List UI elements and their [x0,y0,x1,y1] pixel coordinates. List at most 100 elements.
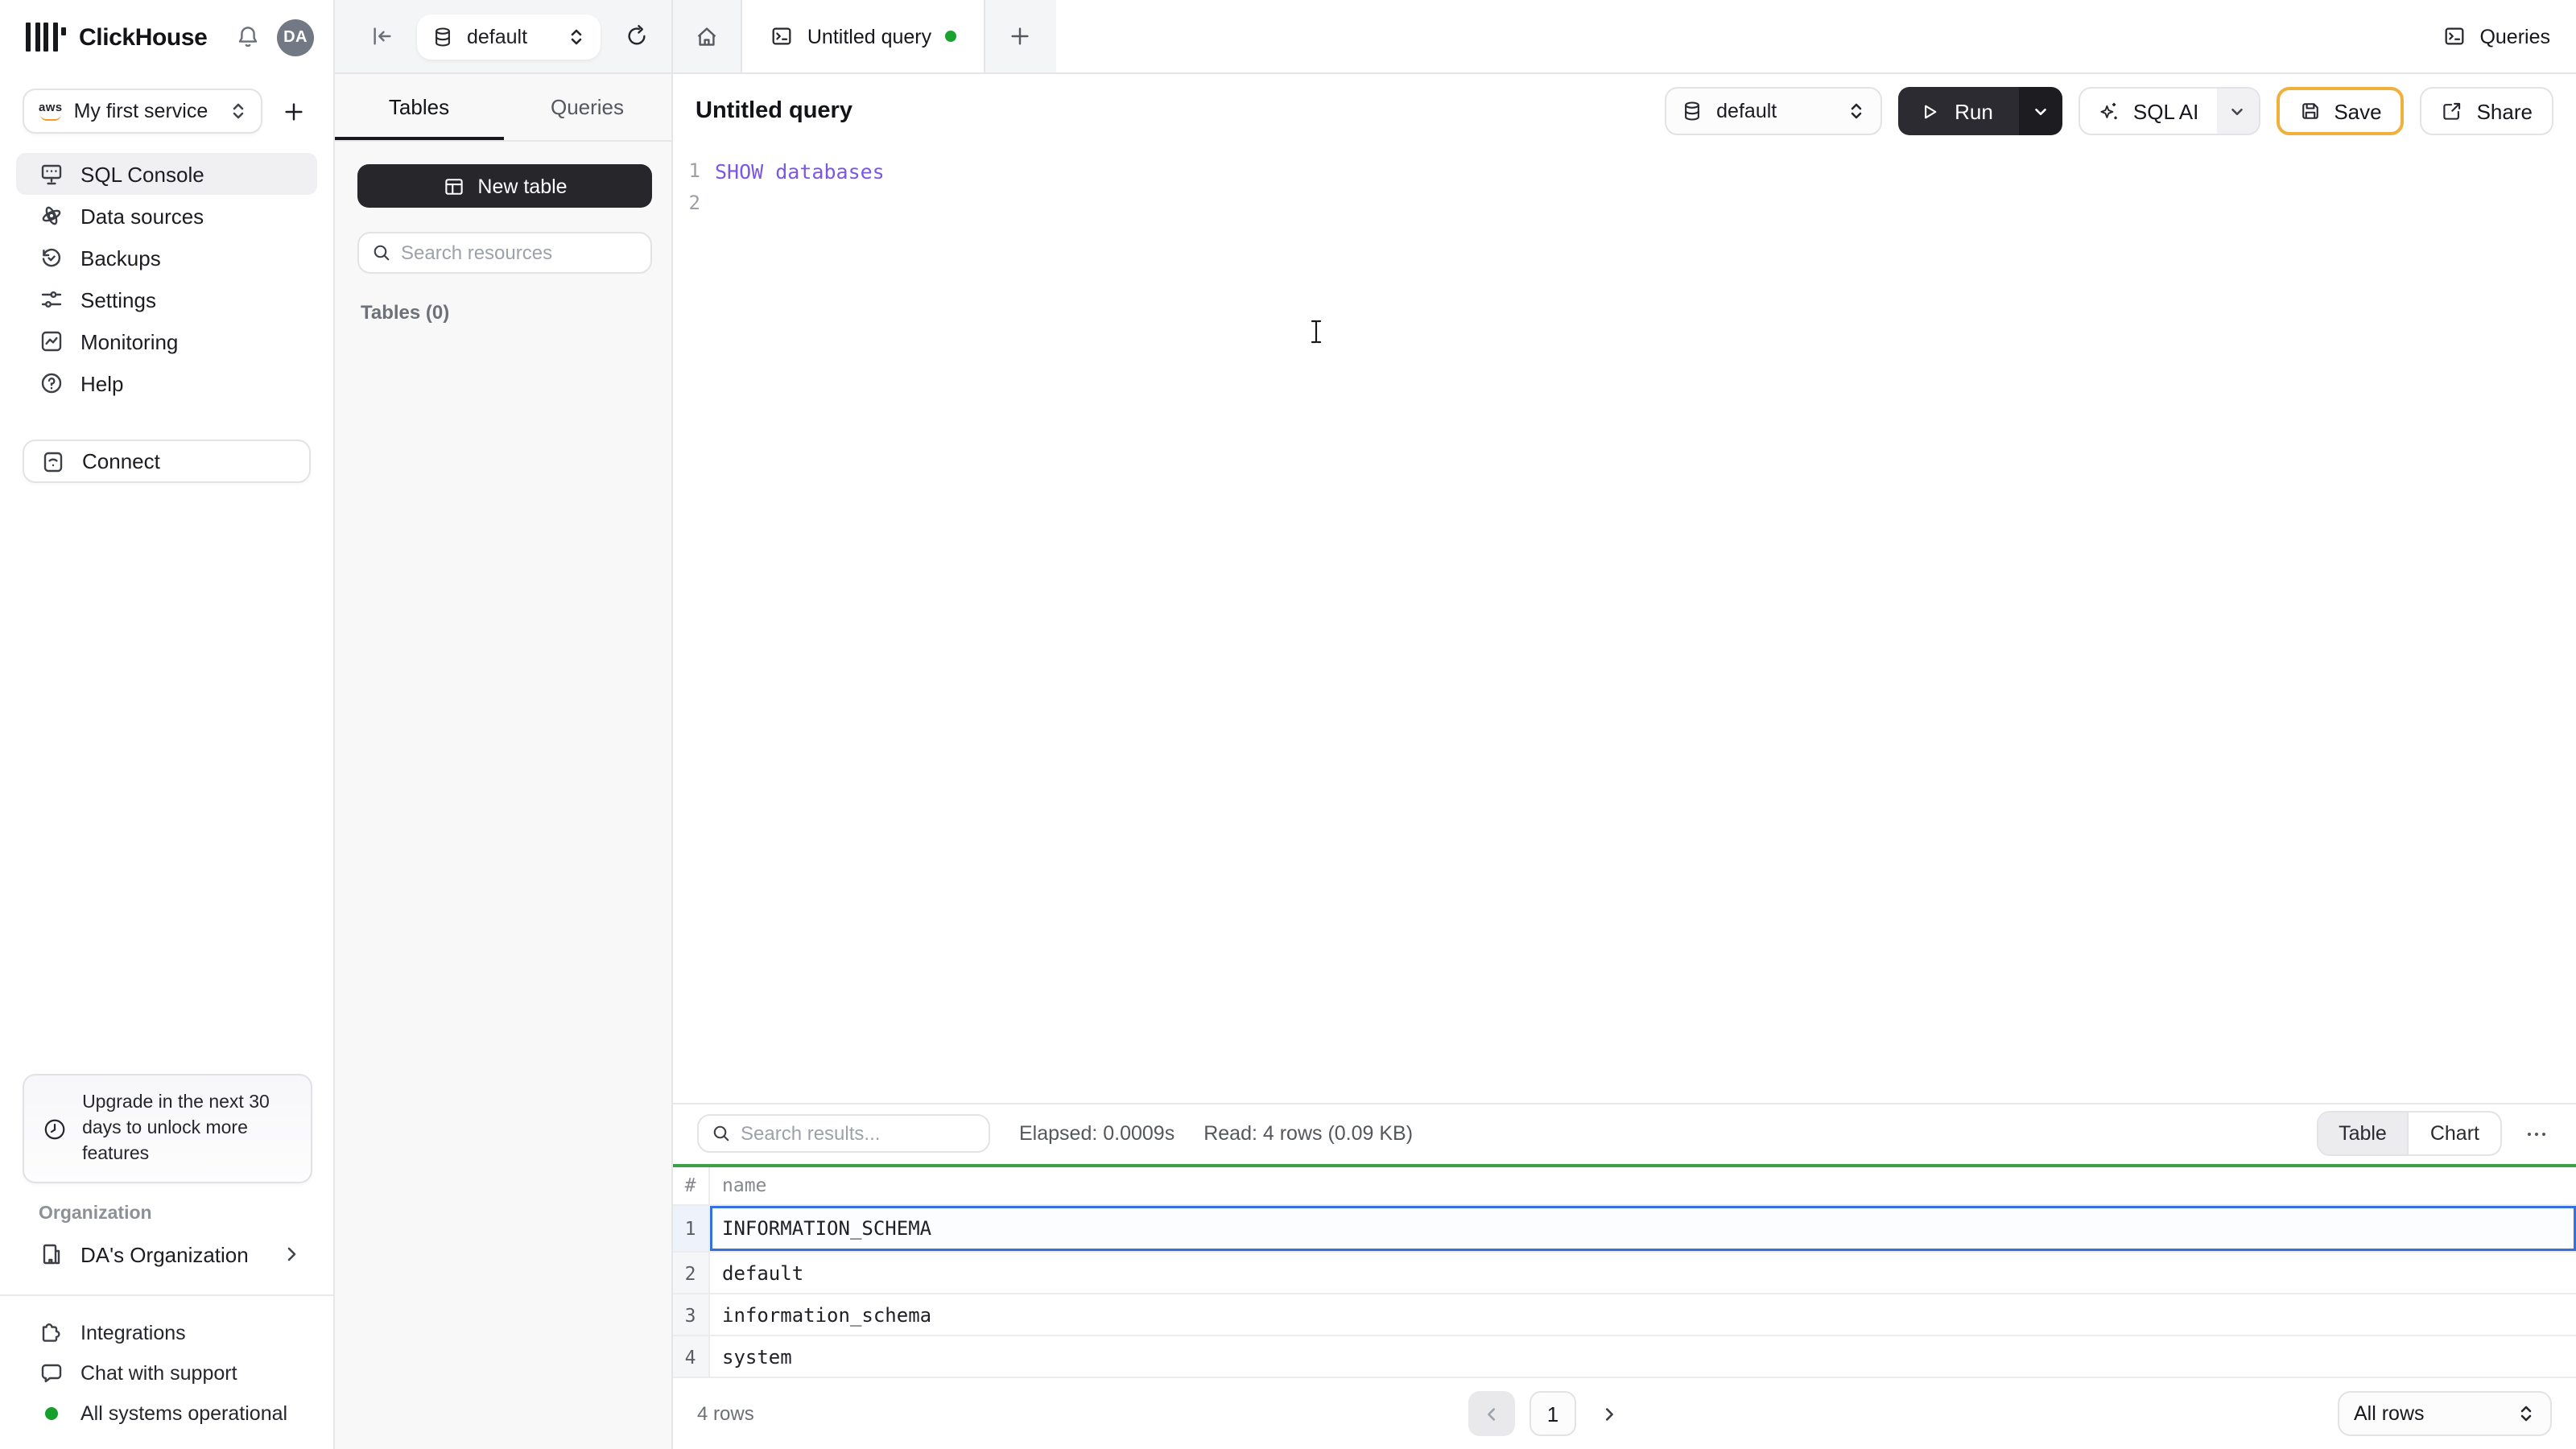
run-options-button[interactable] [2018,87,2062,135]
topbar-database-selector[interactable]: default [417,14,601,59]
sidebar-item-integrations[interactable]: Integrations [16,1312,317,1352]
sql-ai-button-group: SQL AI [2078,87,2260,135]
database-icon [436,27,450,46]
database-icon [1685,101,1700,121]
sidebar-item-label: Help [80,371,124,395]
elapsed-stat: Elapsed: 0.0009s [1019,1122,1175,1145]
row-index: 2 [673,1252,709,1294]
page-size-selector[interactable]: All rows [2338,1391,2552,1436]
page-number-button[interactable]: 1 [1530,1391,1576,1436]
table-row[interactable]: 3 information_schema [673,1294,2576,1336]
arrow-left-to-bar-icon [373,27,390,45]
view-toggle-table[interactable]: Table [2318,1113,2409,1154]
topbar-left-cluster: default [335,0,673,72]
run-label: Run [1955,99,1993,123]
explorer-panel: Tables Queries New table Search resource… [335,74,673,1449]
row-index: 1 [673,1205,709,1253]
notifications-bell-icon[interactable] [229,18,267,56]
search-resources-input[interactable]: Search resources [357,232,652,274]
chevron-down-icon [2231,107,2244,115]
chevron-left-icon [1488,1407,1496,1420]
save-button[interactable]: Save [2276,87,2405,135]
new-tab-button[interactable] [995,0,1043,72]
save-label: Save [2334,99,2382,123]
search-icon [374,245,390,261]
sql-ai-options-button[interactable] [2216,89,2259,134]
sidebar-item-chat-support[interactable]: Chat with support [16,1352,317,1393]
column-header-name[interactable]: name [708,1166,2576,1206]
upgrade-banner[interactable]: Upgrade in the next 30 days to unlock mo… [23,1074,312,1183]
chevron-down-icon [2035,107,2046,115]
line-number: 1 [688,159,700,182]
tab-tables-label: Tables [388,95,450,119]
previous-page-button[interactable] [1468,1391,1515,1436]
table-row[interactable]: 1 INFORMATION_SCHEMA [673,1205,2576,1253]
tab-untitled-query[interactable]: Untitled query [741,0,985,72]
settings-icon [41,291,62,308]
puzzle-icon [42,1323,60,1341]
organization-item[interactable]: DA's Organization [16,1233,317,1275]
play-icon [1925,104,1937,118]
data-sources-icon [42,206,61,225]
cell-value[interactable]: system [708,1335,2576,1378]
queries-button[interactable]: Queries [2442,24,2550,48]
cell-value[interactable]: information_schema [708,1294,2576,1336]
service-selector[interactable]: aws My first service [23,89,262,134]
sql-editor[interactable]: 1 SHOW databases 2 [673,148,2576,1102]
tab-queries-label: Queries [550,95,625,119]
explorer-tabs: Tables Queries [335,74,671,142]
sql-ai-button[interactable]: SQL AI [2080,89,2216,134]
connect-label: Connect [82,449,160,473]
upgrade-text: Upgrade in the next 30 days to unlock mo… [82,1093,270,1164]
avatar[interactable]: DA [277,19,314,56]
refresh-button[interactable] [613,24,658,48]
sidebar-item-help[interactable]: Help [16,362,317,404]
connect-button[interactable]: Connect [23,440,311,483]
collapse-sidebar-button[interactable] [359,24,404,48]
sql-code: SHOW databases [715,159,885,183]
share-button[interactable]: Share [2420,87,2553,135]
cell-value[interactable]: default [708,1252,2576,1294]
system-status[interactable]: All systems operational [16,1393,317,1433]
results-panel: Search results... Elapsed: 0.0009s Read:… [673,1102,2576,1449]
row-index: 3 [673,1294,709,1336]
sidebar-item-label: SQL Console [80,162,204,186]
organization-section-label: Organization [39,1204,152,1224]
footer-item-label: Integrations [80,1321,186,1344]
sidebar-item-data-sources[interactable]: Data sources [16,195,317,237]
more-options-button[interactable] [2521,1121,2552,1146]
refresh-icon [627,25,645,45]
share-label: Share [2476,99,2533,123]
view-toggle-chart[interactable]: Chart [2409,1113,2500,1154]
table-row[interactable]: 4 system [673,1335,2576,1378]
table-row[interactable]: 2 default [673,1252,2576,1294]
tab-tables[interactable]: Tables [335,74,503,140]
home-button[interactable] [683,0,731,72]
next-page-button[interactable] [1591,1391,1626,1436]
monitoring-icon [41,331,62,352]
add-service-button[interactable] [272,90,314,132]
new-table-button[interactable]: New table [357,164,652,208]
workspace: Untitled query default Run SQL AI Save S… [673,74,2576,1449]
query-database-value: default [1716,100,1777,122]
table-icon [444,178,463,194]
run-button[interactable]: Run [1898,87,2019,135]
sidebar-item-sql-console[interactable]: SQL Console [16,153,317,195]
query-database-selector[interactable]: default [1665,87,1883,135]
column-header-index[interactable]: # [673,1166,709,1206]
clickhouse-logo-icon [26,23,66,52]
cell-value[interactable]: INFORMATION_SCHEMA [708,1205,2576,1253]
plus-icon [284,102,302,120]
sidebar-divider [0,1294,333,1296]
plus-icon [1010,27,1028,45]
clickhouse-logo[interactable]: ClickHouse [26,23,208,52]
search-resources-placeholder: Search resources [401,242,553,264]
sidebar-item-backups[interactable]: Backups [16,237,317,279]
tab-queries[interactable]: Queries [503,74,671,140]
sidebar-item-settings[interactable]: Settings [16,279,317,320]
organization-name: DA's Organization [80,1242,249,1266]
footer-item-label: Chat with support [80,1361,237,1384]
search-results-input[interactable]: Search results... [697,1114,990,1153]
sidebar-item-monitoring[interactable]: Monitoring [16,320,317,362]
row-index: 4 [673,1335,709,1378]
